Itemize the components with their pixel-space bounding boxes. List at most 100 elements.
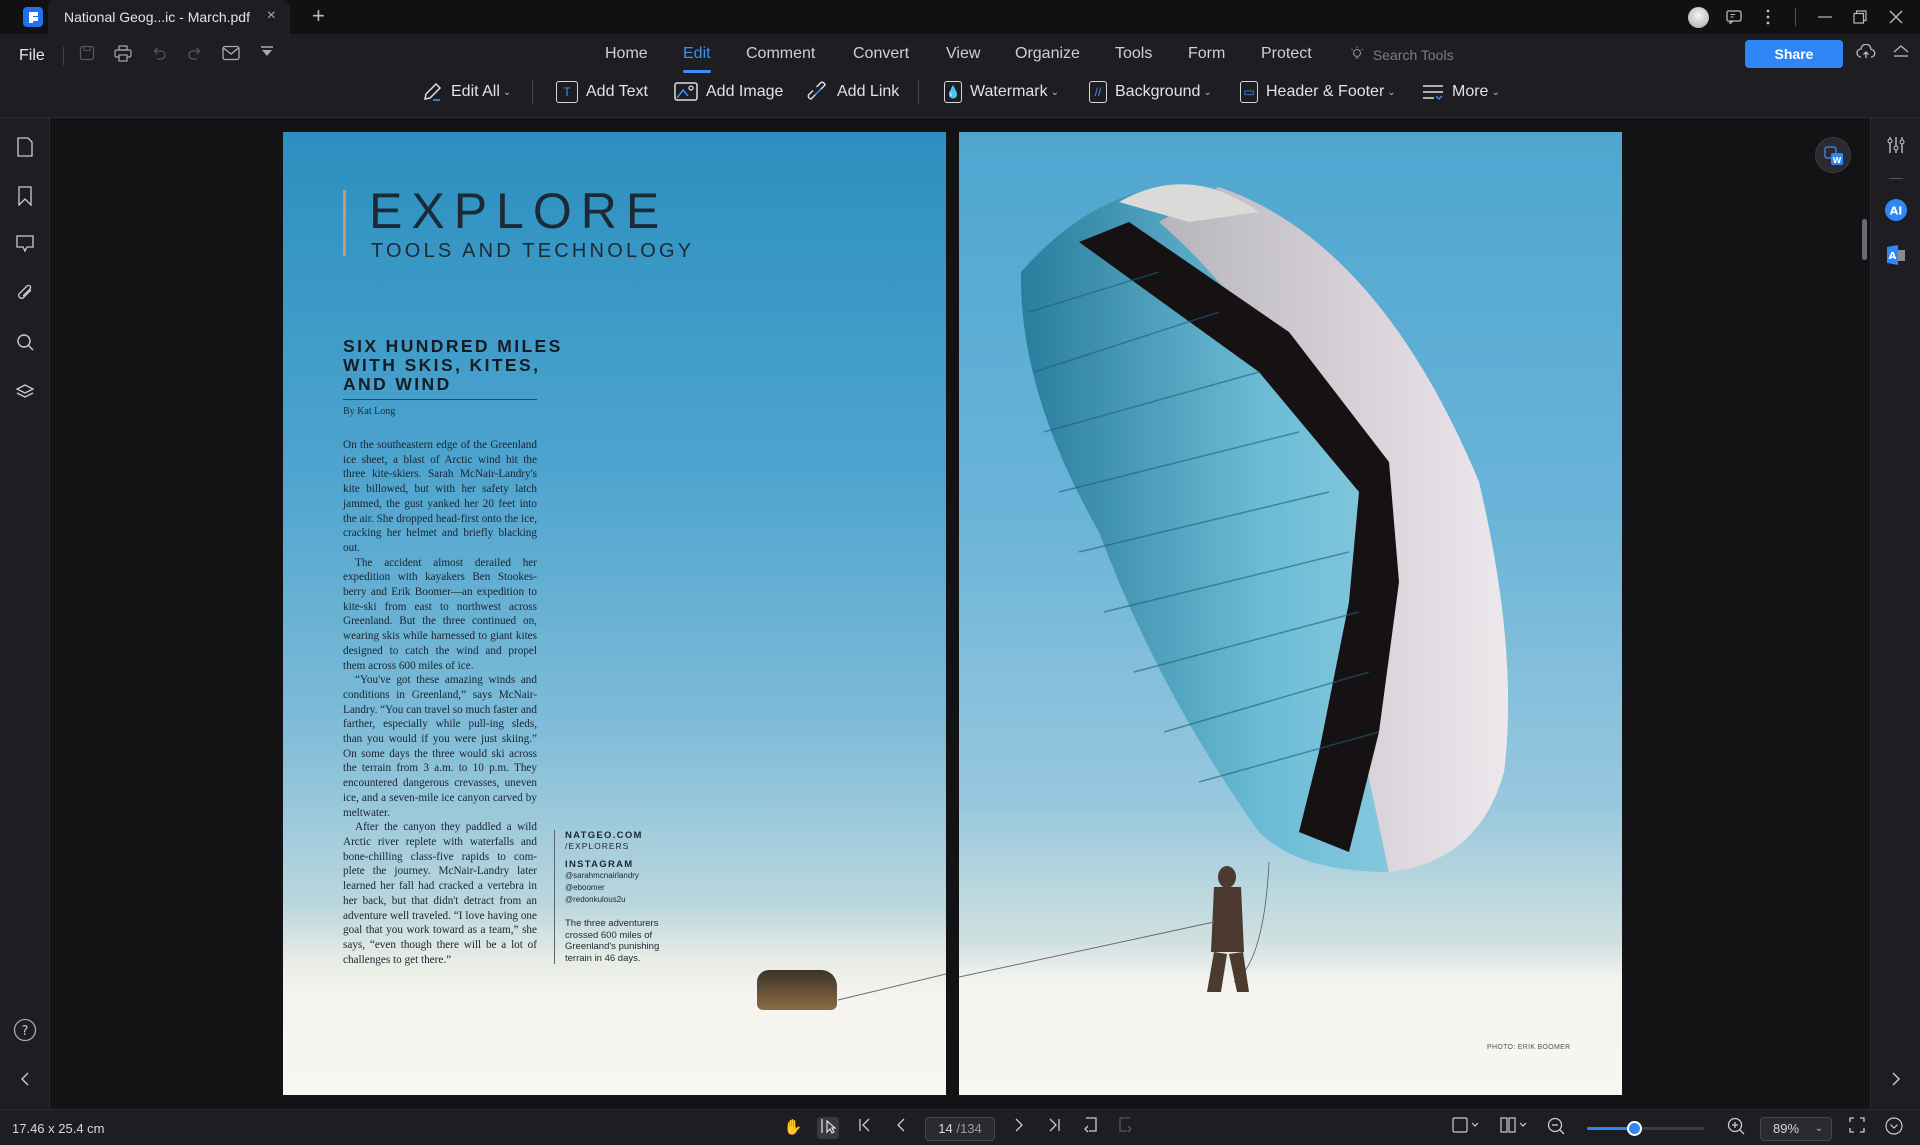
close-window-icon[interactable]	[1886, 5, 1906, 29]
translate-icon[interactable]: A	[1884, 243, 1908, 267]
save-icon[interactable]	[76, 45, 98, 67]
chevron-down-icon: ⌄	[1814, 1123, 1823, 1134]
undo-icon[interactable]	[148, 45, 170, 67]
tab-organize[interactable]: Organize	[1015, 45, 1080, 63]
page-number-input[interactable]: 14 /134	[925, 1117, 995, 1141]
tab-home[interactable]: Home	[605, 45, 648, 63]
header-footer-icon: ▭	[1240, 81, 1258, 103]
zoom-slider-thumb[interactable]	[1626, 1121, 1642, 1136]
hand-tool-icon[interactable]: ✋	[782, 1117, 804, 1139]
link-icon	[807, 81, 829, 103]
more-lines-icon	[1422, 83, 1444, 101]
redo-icon[interactable]	[184, 45, 206, 67]
add-link-button[interactable]: Add Link	[807, 78, 899, 106]
tab-convert[interactable]: Convert	[853, 45, 909, 63]
last-page-icon[interactable]	[1043, 1117, 1065, 1139]
expand-right-panel-icon[interactable]	[1884, 1068, 1908, 1092]
tab-tools[interactable]: Tools	[1115, 45, 1152, 63]
more-options-icon[interactable]	[1760, 5, 1776, 29]
customize-quick-access-icon[interactable]	[256, 45, 278, 67]
next-page-icon[interactable]	[1008, 1117, 1030, 1139]
collapse-ribbon-icon[interactable]	[1890, 44, 1912, 66]
page-layout-dropdown[interactable]	[1500, 1117, 1530, 1139]
quick-access-divider	[63, 47, 64, 65]
more-button[interactable]: More ⌄	[1422, 78, 1500, 106]
title-bar: National Geog...ic - March.pdf × +	[0, 0, 1920, 34]
previous-page-icon[interactable]	[890, 1117, 912, 1139]
comment-icon[interactable]	[13, 235, 37, 259]
search-tools-placeholder: Search Tools	[1372, 47, 1454, 63]
svg-text:W: W	[1833, 156, 1842, 165]
app-logo-icon	[23, 7, 43, 27]
zoom-in-icon[interactable]	[1725, 1117, 1747, 1139]
full-screen-icon[interactable]	[1846, 1117, 1868, 1139]
zoom-out-icon[interactable]	[1545, 1117, 1567, 1139]
ai-assistant-icon[interactable]: AI	[1884, 198, 1908, 222]
rotate-forward-icon[interactable]	[1115, 1117, 1137, 1139]
toolbar-divider	[532, 80, 533, 104]
help-icon[interactable]: ?	[13, 1018, 37, 1042]
vertical-scrollbar[interactable]	[1862, 219, 1867, 260]
restore-icon[interactable]	[1850, 5, 1870, 29]
more-label: More	[1452, 83, 1489, 100]
document-tab[interactable]: National Geog...ic - March.pdf ×	[48, 0, 290, 34]
word-convert-icon: W	[1824, 146, 1843, 165]
minimize-icon[interactable]	[1815, 5, 1835, 29]
text-box-icon: T	[556, 81, 578, 103]
search-icon[interactable]	[13, 333, 37, 357]
first-page-icon[interactable]	[854, 1117, 876, 1139]
share-button[interactable]: Share	[1745, 40, 1843, 68]
zoom-slider[interactable]	[1587, 1121, 1704, 1136]
cloud-upload-icon[interactable]	[1855, 43, 1877, 66]
fit-page-dropdown[interactable]	[1452, 1117, 1482, 1139]
scroll-mode-icon[interactable]	[1883, 1117, 1905, 1139]
menu-bar: File Home Edit Comment Convert View Orga…	[0, 34, 1920, 118]
current-page: 14	[938, 1121, 953, 1136]
email-icon[interactable]	[220, 45, 242, 67]
close-tab-icon[interactable]: ×	[267, 7, 276, 25]
chevron-down-icon: ⌄	[1050, 86, 1060, 98]
search-tools-input[interactable]: Search Tools	[1350, 46, 1454, 63]
tab-protect[interactable]: Protect	[1261, 45, 1312, 63]
avatar[interactable]	[1688, 7, 1709, 28]
convert-to-word-button[interactable]: W	[1815, 137, 1851, 173]
skier-figure	[1207, 866, 1249, 992]
layers-icon[interactable]	[13, 382, 37, 406]
zoom-level-select[interactable]: 89% ⌄	[1760, 1117, 1832, 1141]
tab-view[interactable]: View	[946, 45, 980, 63]
tab-edit[interactable]: Edit	[683, 45, 711, 63]
zoom-level-value: 89%	[1773, 1121, 1800, 1136]
edit-all-label: Edit All	[451, 83, 500, 100]
header-footer-label: Header & Footer	[1266, 83, 1385, 100]
add-image-button[interactable]: Add Image	[674, 78, 783, 106]
add-text-button[interactable]: T Add Text	[556, 78, 648, 106]
chevron-down-icon: ⌄	[1203, 86, 1212, 98]
svg-text:A: A	[1889, 251, 1897, 262]
chevron-down-icon: ⌄	[1387, 86, 1396, 98]
edit-pencil-icon	[421, 81, 443, 103]
tab-form[interactable]: Form	[1188, 45, 1225, 63]
rotate-back-icon[interactable]	[1079, 1117, 1101, 1139]
tab-comment[interactable]: Comment	[746, 45, 815, 63]
watermark-label: Watermark	[970, 83, 1048, 100]
file-menu[interactable]: File	[19, 47, 45, 65]
left-sidebar: ?	[0, 118, 50, 1109]
edit-all-button[interactable]: Edit All ⌄	[421, 78, 511, 106]
background-button[interactable]: // Background ⌄	[1089, 78, 1212, 106]
background-icon: //	[1089, 81, 1107, 103]
add-text-label: Add Text	[586, 83, 648, 100]
watermark-button[interactable]: 💧 Watermark ⌄	[944, 78, 1059, 106]
attachment-icon[interactable]	[13, 284, 37, 308]
feedback-icon[interactable]	[1722, 5, 1746, 29]
select-tool-icon[interactable]	[817, 1117, 839, 1139]
header-footer-button[interactable]: ▭ Header & Footer ⌄	[1240, 78, 1396, 106]
bookmark-icon[interactable]	[13, 186, 37, 210]
properties-sliders-icon[interactable]	[1884, 136, 1908, 160]
new-tab-button[interactable]: +	[312, 3, 325, 29]
kite-photo	[959, 184, 1509, 992]
print-icon[interactable]	[112, 45, 134, 67]
collapse-sidebar-icon[interactable]	[13, 1068, 37, 1092]
active-tab-indicator	[683, 70, 711, 73]
add-image-label: Add Image	[706, 83, 784, 100]
page-thumbnails-icon[interactable]	[13, 137, 37, 161]
